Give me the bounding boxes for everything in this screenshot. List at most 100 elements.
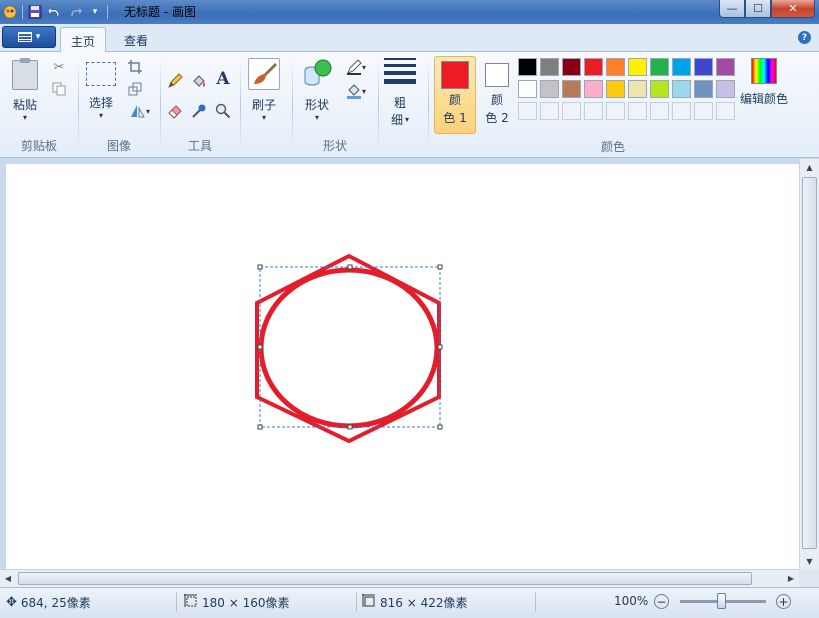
outline-icon[interactable]: ▾	[342, 58, 370, 76]
app-menu-button[interactable]: ▾	[2, 26, 56, 48]
select-button[interactable]: 选择 ▾	[86, 62, 116, 120]
toolbar-separator	[107, 5, 108, 19]
customize-arrow-icon[interactable]: ▾	[87, 4, 103, 20]
palette-swatch[interactable]	[672, 58, 691, 76]
palette-swatch-empty[interactable]	[628, 102, 647, 120]
redo-icon[interactable]	[67, 4, 83, 20]
palette-swatch[interactable]	[584, 58, 603, 76]
palette-swatch[interactable]	[518, 58, 537, 76]
status-separator	[356, 592, 357, 612]
save-icon[interactable]	[27, 4, 43, 20]
menu-icon	[17, 32, 32, 42]
palette-swatch[interactable]	[584, 80, 603, 98]
resize-handle[interactable]	[437, 424, 443, 430]
color-picker-icon[interactable]	[190, 102, 208, 120]
scroll-up-icon[interactable]: ▲	[800, 159, 819, 175]
palette-swatch[interactable]	[716, 80, 735, 98]
scroll-down-icon[interactable]: ▼	[800, 553, 819, 569]
toolbar-separator	[22, 5, 23, 19]
scrollbar-corner	[799, 569, 819, 587]
scroll-right-icon[interactable]: ▶	[783, 570, 799, 587]
ribbon-tab-row: ▾ 主页 查看 ?	[0, 24, 819, 52]
palette-swatch-empty[interactable]	[540, 102, 559, 120]
ellipse-shape	[258, 267, 440, 429]
palette-swatch-empty[interactable]	[584, 102, 603, 120]
help-icon[interactable]: ?	[798, 31, 811, 44]
scroll-left-icon[interactable]: ◀	[0, 570, 16, 587]
chevron-down-icon: ▾	[405, 115, 410, 124]
fill-icon[interactable]: ▾	[342, 82, 370, 100]
palette-swatch[interactable]	[606, 80, 625, 98]
zoom-slider-thumb[interactable]	[717, 593, 726, 609]
paste-button[interactable]: 粘贴 ▾	[12, 58, 38, 122]
palette-swatch[interactable]	[672, 80, 691, 98]
colors-group-label: 颜色	[600, 140, 625, 154]
palette-swatch-empty[interactable]	[694, 102, 713, 120]
palette-swatch-empty[interactable]	[650, 102, 669, 120]
palette-swatch[interactable]	[540, 80, 559, 98]
image-group: 选择 ▾ ▾ 图像	[80, 56, 158, 156]
resize-handle[interactable]	[257, 264, 263, 270]
resize-handle[interactable]	[437, 344, 443, 350]
resize-handle[interactable]	[347, 264, 353, 270]
paint-app-icon[interactable]	[2, 4, 18, 20]
brush-icon	[248, 58, 280, 90]
resize-handle[interactable]	[257, 424, 263, 430]
palette-swatch-empty[interactable]	[672, 102, 691, 120]
palette-swatch-empty[interactable]	[518, 102, 537, 120]
chevron-down-icon: ▾	[261, 113, 266, 122]
resize-handle[interactable]	[257, 344, 263, 350]
drawing-canvas[interactable]	[6, 164, 799, 569]
tab-home[interactable]: 主页	[60, 27, 107, 52]
edit-colors-button[interactable]: 编辑颜色	[740, 58, 788, 107]
palette-swatch[interactable]	[562, 80, 581, 98]
resize-handle[interactable]	[437, 264, 443, 270]
horizontal-scroll-thumb[interactable]	[18, 572, 752, 585]
resize-icon[interactable]	[126, 80, 144, 98]
horizontal-scrollbar[interactable]: ◀ ▶	[0, 569, 799, 587]
palette-swatch[interactable]	[628, 80, 647, 98]
pencil-icon[interactable]	[166, 72, 184, 90]
zoom-out-button[interactable]: −	[654, 594, 669, 609]
palette-swatch-empty[interactable]	[606, 102, 625, 120]
status-separator	[535, 592, 536, 612]
crop-icon[interactable]	[126, 58, 144, 76]
vertical-scroll-thumb[interactable]	[802, 177, 817, 549]
color1-button[interactable]: 颜 色 1	[434, 56, 476, 134]
group-separator	[378, 58, 379, 150]
palette-swatch[interactable]	[650, 58, 669, 76]
vertical-scrollbar[interactable]: ▲ ▼	[799, 159, 819, 569]
rotate-icon[interactable]: ▾	[126, 102, 154, 120]
zoom-in-button[interactable]: +	[776, 594, 791, 609]
palette-swatch[interactable]	[540, 58, 559, 76]
fill-bucket-icon[interactable]	[190, 72, 208, 90]
brushes-button[interactable]: 刷子 ▾	[248, 58, 280, 122]
text-tool-icon[interactable]: A	[214, 69, 232, 89]
tab-view[interactable]: 查看	[114, 27, 158, 52]
magnifier-icon[interactable]	[214, 102, 232, 120]
palette-swatch[interactable]	[606, 58, 625, 76]
color1-label-line1: 颜	[448, 93, 461, 107]
copy-icon[interactable]	[50, 80, 68, 98]
palette-swatch[interactable]	[694, 58, 713, 76]
resize-handle[interactable]	[347, 424, 353, 430]
palette-swatch[interactable]	[650, 80, 669, 98]
close-button[interactable]: ✕	[771, 0, 815, 18]
size-button[interactable]: 粗 细 ▾	[384, 58, 416, 128]
palette-swatch-empty[interactable]	[562, 102, 581, 120]
cut-icon[interactable]: ✂	[50, 58, 68, 76]
palette-swatch[interactable]	[694, 80, 713, 98]
undo-icon[interactable]	[47, 4, 63, 20]
maximize-button[interactable]: ☐	[745, 0, 771, 18]
shapes-button[interactable]: 形状 ▾	[302, 58, 332, 122]
eraser-icon[interactable]	[166, 102, 184, 120]
palette-swatch[interactable]	[628, 58, 647, 76]
select-label: 选择	[88, 96, 113, 110]
minimize-button[interactable]: —	[719, 0, 745, 18]
drawing-svg	[255, 253, 443, 444]
color2-button[interactable]: 颜 色 2	[476, 56, 518, 134]
palette-swatch[interactable]	[716, 58, 735, 76]
palette-swatch[interactable]	[562, 58, 581, 76]
palette-swatch[interactable]	[518, 80, 537, 98]
palette-swatch-empty[interactable]	[716, 102, 735, 120]
